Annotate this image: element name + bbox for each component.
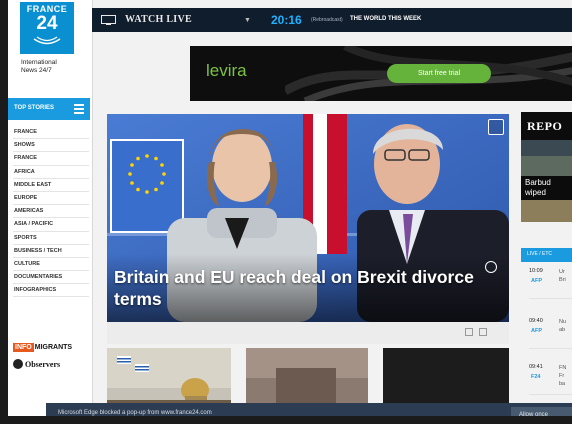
current-show-title[interactable]: THE WORLD THIS WEEK [350,16,421,22]
nav-item[interactable]: FRANCE [13,152,89,166]
expand-icon[interactable] [488,119,504,135]
live-bar: WATCH LIVE ▼ 20:16 (Rebroadcast) THE WOR… [92,8,572,32]
carousel-square-icon[interactable] [465,328,473,336]
reporters-caption: Barbud wiped [525,178,551,197]
chevron-down-icon[interactable]: ▼ [244,17,251,24]
rebroadcast-tag: (Rebroadcast) [311,17,343,23]
live-item-text: Ur Bri [559,269,566,283]
hero-headline[interactable]: Britain and EU reach deal on Brexit divo… [114,266,494,310]
live-item[interactable]: 09:40 AFP Nu ab [529,318,572,349]
live-item-source: AFP [531,278,542,284]
hero-footer [107,322,509,344]
logo-wave-icon [33,36,61,45]
live-item-time: 10:09 [529,268,543,274]
france24-logo[interactable]: FRANCE 24 [20,2,74,54]
window-frame-bottom [0,416,572,424]
ad-banner[interactable]: levira Start free trial [190,46,572,101]
nav-item[interactable]: SHOWS [13,139,89,153]
window-frame-left [0,0,8,424]
observers-logo[interactable]: Observers [13,359,60,369]
nav-item[interactable]: EUROPE [13,192,89,206]
live-time: 20:16 [271,13,302,27]
logo-text-24: 24 [36,13,58,34]
nav-item[interactable]: BUSINESS / TECH [13,245,89,258]
live-item-source: AFP [531,328,542,334]
nav-item[interactable]: DOCUMENTARIES [13,271,89,285]
infomigrants-migrants: MIGRANTS [34,344,73,351]
brand-tagline: International News 24/7 [21,59,57,74]
infomigrants-logo[interactable]: INFO MIGRANTS [13,342,72,353]
nav-item[interactable]: FRANCE [13,126,89,140]
reporters-promo[interactable]: REPO Barbud wiped [521,112,572,222]
live-item-source: F24 [531,374,541,380]
nav-item[interactable]: AFRICA [13,166,89,179]
tv-icon [101,15,116,25]
live-feed-tab-label: LIVE / ETC [527,251,553,257]
live-item[interactable]: 10:09 AFP Ur Bri [529,268,572,299]
carousel-square-icon[interactable] [479,328,487,336]
top-stories-label: TOP STORIES [14,105,55,111]
reporters-title: REPO [527,119,563,133]
watch-live-button[interactable]: WATCH LIVE [125,14,192,25]
ad-logo: levira [206,61,247,80]
top-stories-header[interactable]: TOP STORIES [8,98,90,120]
observers-icon [13,359,23,369]
carousel-controls [465,328,487,336]
live-item-time: 09:40 [529,318,543,324]
infomigrants-info: INFO [13,343,34,352]
live-item-text: FN Fr ba [559,365,567,387]
live-feed-tab[interactable]: LIVE / ETC [521,248,572,262]
live-item-time: 09:41 [529,364,543,370]
nav-item[interactable]: AMERICAS [13,205,89,219]
nav-item[interactable]: INFOGRAPHICS [13,284,89,298]
hero-story[interactable]: Britain and EU reach deal on Brexit divo… [107,114,509,322]
nav-item[interactable]: CULTURE [13,258,89,272]
live-item[interactable]: 09:41 F24 FN Fr ba [529,364,572,395]
nav-item[interactable]: SPORTS [13,232,89,245]
ad-cta-button[interactable]: Start free trial [387,64,491,83]
observers-label: Observers [25,359,61,369]
nav-item[interactable]: ASIA / PACIFIC [13,218,89,232]
nav-item[interactable]: MIDDLE EAST [13,179,89,192]
live-item-text: Nu ab [559,319,567,333]
section-nav: FRANCE SHOWS FRANCE AFRICA MIDDLE EAST E… [13,126,89,298]
hamburger-menu-icon[interactable] [74,104,84,114]
